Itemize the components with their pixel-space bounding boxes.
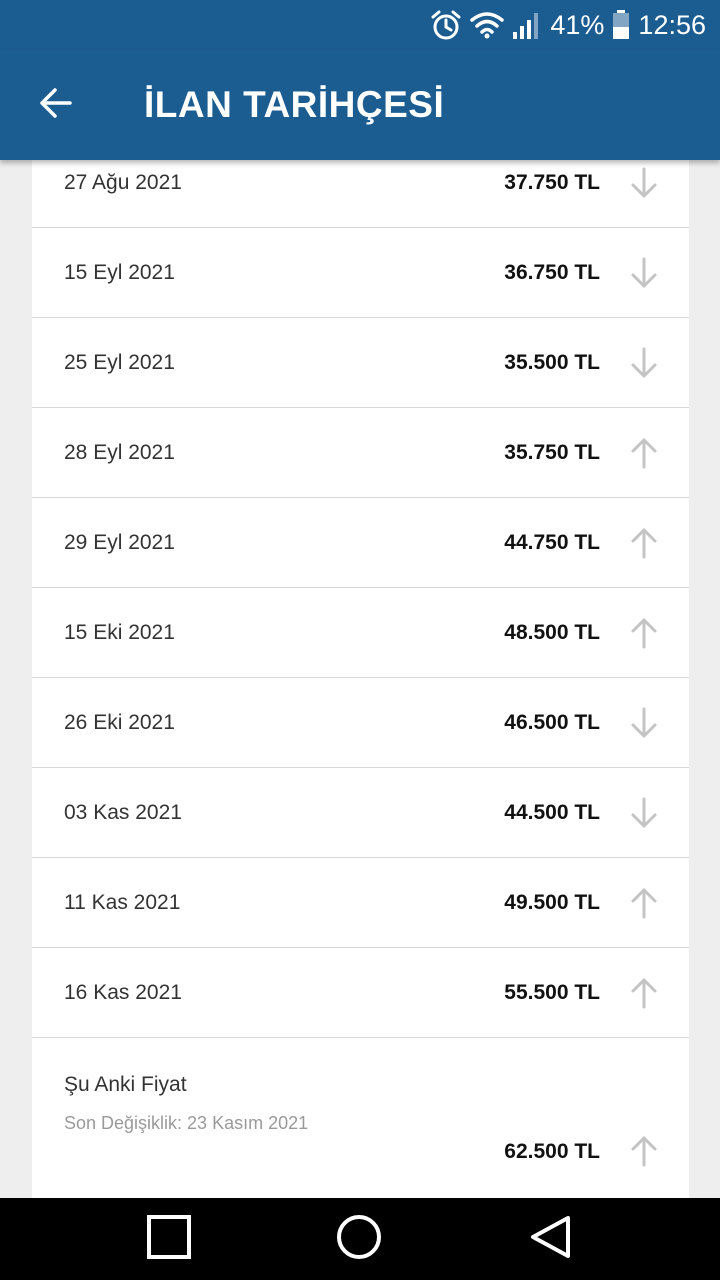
history-row: 26 Eki 2021 46.500 TL bbox=[32, 678, 689, 768]
history-list: 27 Ağu 2021 37.750 TL 15 Eyl 2021 36.750 TL… bbox=[32, 160, 689, 1198]
arrow-up-icon bbox=[627, 526, 661, 560]
square-icon bbox=[147, 1214, 191, 1264]
signal-icon bbox=[512, 10, 542, 40]
history-row: 16 Kas 2021 55.500 TL bbox=[32, 948, 689, 1038]
battery-icon bbox=[612, 10, 630, 40]
history-row: 27 Ağu 2021 37.750 TL bbox=[32, 160, 689, 228]
history-row: 28 Eyl 2021 35.750 TL bbox=[32, 408, 689, 498]
home-button[interactable] bbox=[333, 1213, 385, 1265]
recents-button[interactable] bbox=[143, 1213, 195, 1265]
history-date: 16 Kas 2021 bbox=[64, 981, 182, 1004]
status-time: 12:56 bbox=[638, 9, 706, 40]
arrow-down-icon bbox=[627, 706, 661, 740]
circle-icon bbox=[336, 1214, 382, 1265]
arrow-down-icon bbox=[627, 256, 661, 290]
history-list-container[interactable]: 27 Ağu 2021 37.750 TL 15 Eyl 2021 36.750 TL… bbox=[0, 160, 720, 1198]
arrow-up-icon bbox=[627, 436, 661, 470]
history-row: 15 Eki 2021 48.500 TL bbox=[32, 588, 689, 678]
arrow-up-icon bbox=[627, 886, 661, 920]
arrow-down-icon bbox=[627, 166, 661, 200]
history-price: 44.500 TL bbox=[504, 801, 600, 824]
history-date: 15 Eki 2021 bbox=[64, 621, 175, 644]
history-date: 27 Ağu 2021 bbox=[64, 171, 182, 194]
history-date: 26 Eki 2021 bbox=[64, 711, 175, 734]
history-row: 15 Eyl 2021 36.750 TL bbox=[32, 228, 689, 318]
back-nav-button[interactable] bbox=[524, 1213, 576, 1265]
history-price: 55.500 TL bbox=[504, 981, 600, 1004]
arrow-down-icon bbox=[627, 346, 661, 380]
app-bar: İLAN TARİHÇESİ bbox=[0, 50, 720, 160]
history-row: 29 Eyl 2021 44.750 TL bbox=[32, 498, 689, 588]
history-date: 25 Eyl 2021 bbox=[64, 351, 175, 374]
battery-percent: 41% bbox=[550, 9, 605, 40]
current-price-card: Şu Anki Fiyat Son Değişiklik: 23 Kasım 2… bbox=[32, 1038, 689, 1198]
history-price: 37.750 TL bbox=[504, 171, 600, 194]
current-price-value: 62.500 TL bbox=[504, 1140, 600, 1163]
history-date: 28 Eyl 2021 bbox=[64, 441, 175, 464]
history-row: 11 Kas 2021 49.500 TL bbox=[32, 858, 689, 948]
arrow-back-icon bbox=[38, 85, 74, 126]
history-price: 35.750 TL bbox=[504, 441, 600, 464]
current-price-label: Şu Anki Fiyat bbox=[64, 1073, 187, 1096]
arrow-up-icon bbox=[627, 976, 661, 1010]
history-price: 46.500 TL bbox=[504, 711, 600, 734]
history-date: 29 Eyl 2021 bbox=[64, 531, 175, 554]
arrow-up-icon bbox=[627, 616, 661, 650]
triangle-back-icon bbox=[528, 1215, 572, 1264]
history-price: 49.500 TL bbox=[504, 891, 600, 914]
history-price: 35.500 TL bbox=[504, 351, 600, 374]
status-bar: 41% 12:56 bbox=[0, 0, 720, 50]
history-date: 15 Eyl 2021 bbox=[64, 261, 175, 284]
arrow-up-icon bbox=[627, 1134, 661, 1168]
history-price: 44.750 TL bbox=[504, 531, 600, 554]
history-row: 03 Kas 2021 44.500 TL bbox=[32, 768, 689, 858]
history-price: 48.500 TL bbox=[504, 621, 600, 644]
history-date: 11 Kas 2021 bbox=[64, 891, 181, 914]
history-date: 03 Kas 2021 bbox=[64, 801, 182, 824]
page-title: İLAN TARİHÇESİ bbox=[144, 84, 445, 125]
arrow-down-icon bbox=[627, 796, 661, 830]
wifi-icon bbox=[470, 11, 505, 39]
history-price: 36.750 TL bbox=[504, 261, 600, 284]
navigation-bar bbox=[0, 1198, 720, 1280]
last-change-text: Son Değişiklik: 23 Kasım 2021 bbox=[64, 1113, 309, 1133]
history-row: 25 Eyl 2021 35.500 TL bbox=[32, 318, 689, 408]
alarm-icon bbox=[430, 9, 462, 41]
back-button[interactable] bbox=[24, 77, 88, 133]
